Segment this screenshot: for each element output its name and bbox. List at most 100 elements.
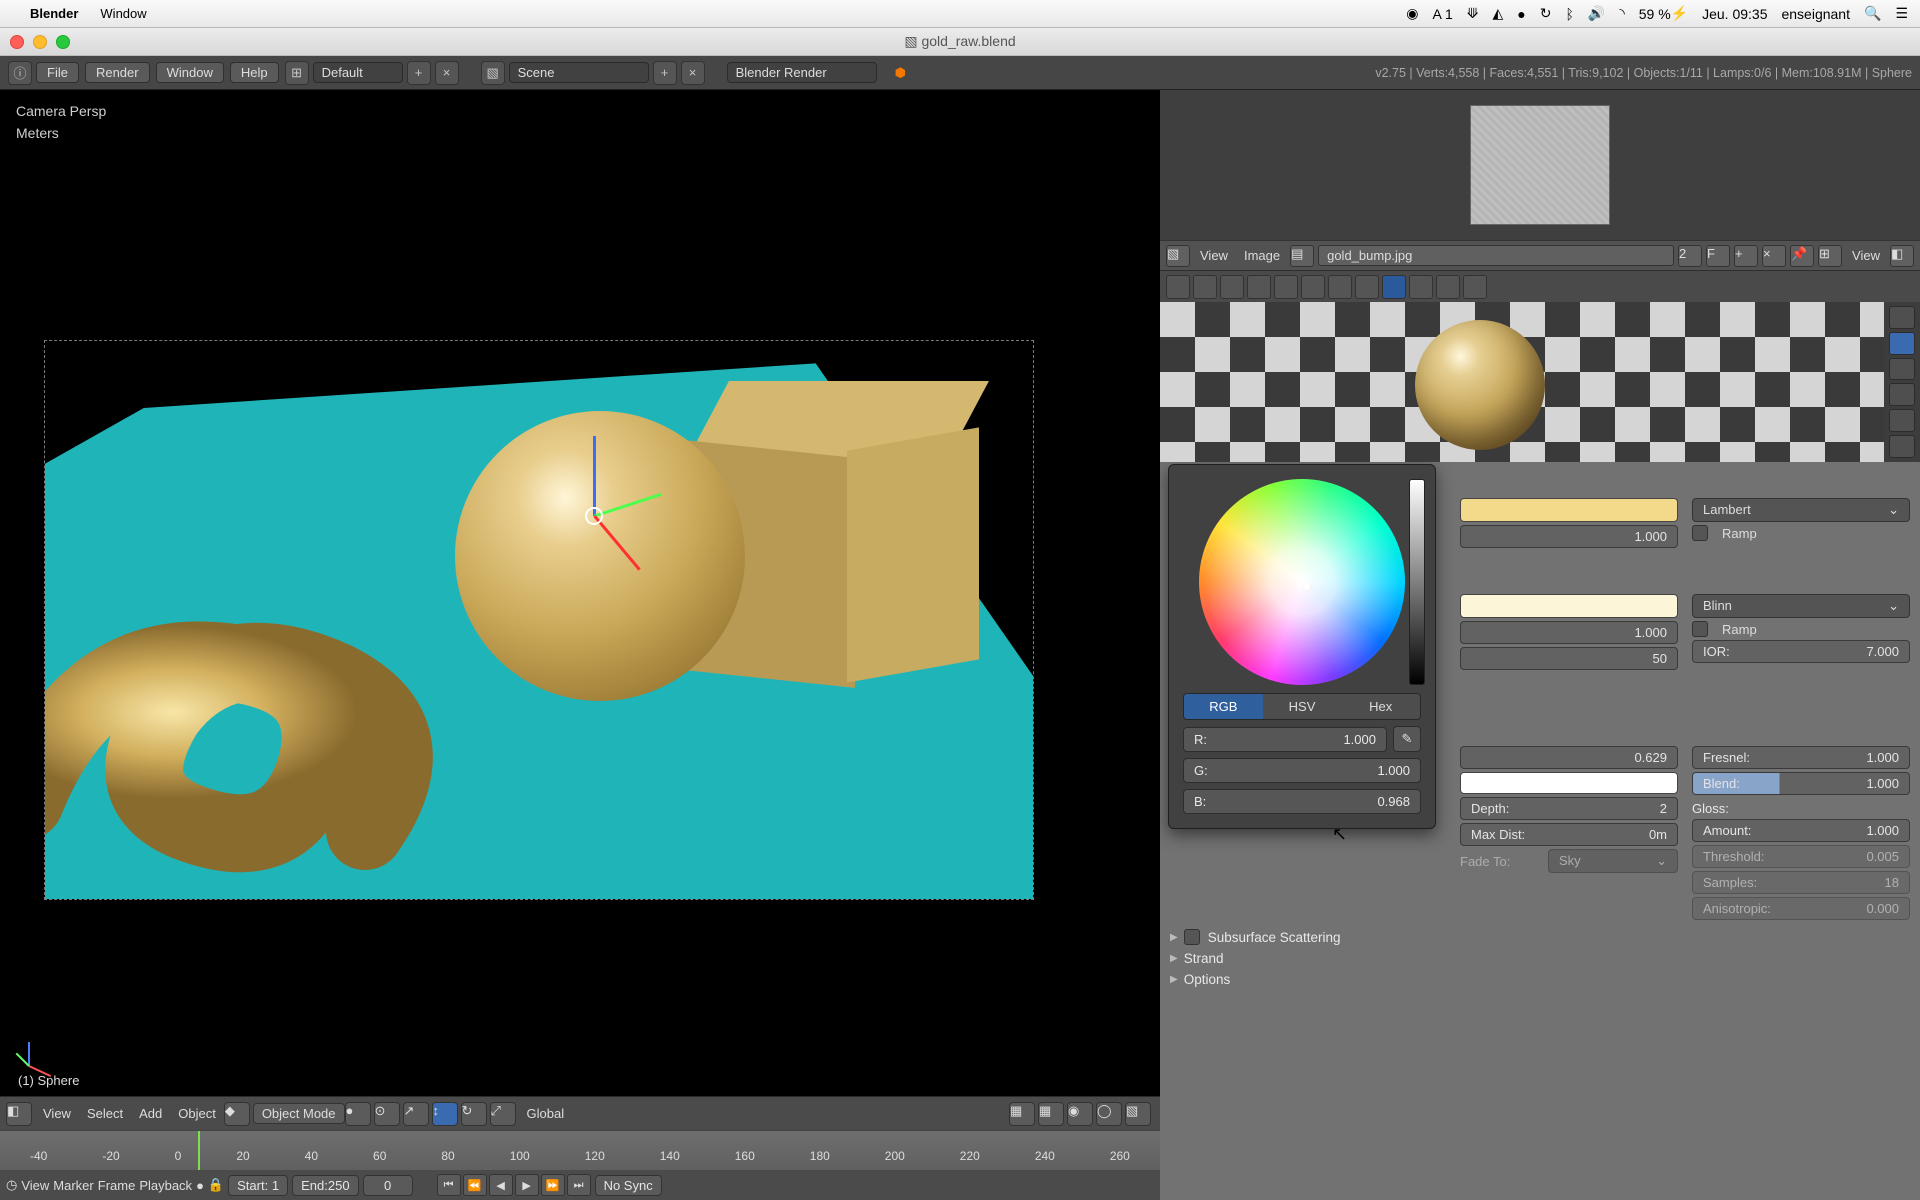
file-menu[interactable]: File [36, 62, 79, 83]
specular-color-swatch[interactable] [1460, 594, 1678, 618]
fresnel-field[interactable]: Fresnel:1.000 [1692, 746, 1910, 769]
image-name-field[interactable]: gold_bump.jpg [1318, 245, 1674, 266]
add-menu[interactable]: Add [131, 1106, 170, 1121]
gloss-samples-field[interactable]: Samples:18 [1692, 871, 1910, 894]
spotlight-icon[interactable]: 🔍 [1864, 5, 1881, 22]
gloss-threshold-field[interactable]: Threshold:0.005 [1692, 845, 1910, 868]
strand-section-header[interactable]: Strand [1170, 951, 1910, 966]
tl-frame-menu[interactable]: Frame [98, 1178, 136, 1193]
img-image-menu[interactable]: Image [1238, 248, 1286, 263]
adobe-cc-icon[interactable]: A 1 [1433, 6, 1453, 22]
notification-center-icon[interactable]: ☰ [1895, 5, 1908, 22]
sss-section-header[interactable]: Subsurface Scattering [1170, 929, 1910, 945]
color-wheel[interactable] [1199, 479, 1405, 685]
snap-icon[interactable]: ◉ [1067, 1102, 1093, 1126]
z-axis-handle[interactable] [593, 436, 596, 516]
uv-display-icon[interactable]: ⊞ [1818, 245, 1842, 267]
timemachine-icon[interactable]: ↻ [1540, 5, 1552, 22]
lock-icon[interactable]: 🔒 [208, 1177, 224, 1193]
scene-select[interactable]: Scene [509, 62, 649, 83]
specular-intensity-field[interactable]: 1.000 [1460, 621, 1678, 644]
view-menu[interactable]: View [35, 1106, 79, 1121]
image-unlink-icon[interactable]: × [1762, 245, 1786, 267]
mirror-reflect-field[interactable]: 0.629 [1460, 746, 1678, 769]
prop-object-icon[interactable] [1274, 275, 1298, 299]
window-menu-bl[interactable]: Window [156, 62, 224, 83]
shading-icon[interactable]: ● [345, 1102, 371, 1126]
b-field[interactable]: B:0.968 [1183, 789, 1421, 814]
layout-delete-icon[interactable]: × [435, 61, 459, 85]
prop-physics-icon[interactable] [1463, 275, 1487, 299]
hsv-tab[interactable]: HSV [1263, 694, 1342, 719]
jump-start-icon[interactable]: ⏮ [437, 1174, 461, 1196]
options-section-header[interactable]: Options [1170, 972, 1910, 987]
app-menu[interactable]: Blender [30, 6, 78, 21]
g-field[interactable]: G:1.000 [1183, 758, 1421, 783]
autokey-icon[interactable]: ● [196, 1178, 204, 1193]
screencast-icon[interactable]: ◉ [1406, 5, 1418, 22]
eyedropper-icon[interactable]: ✎ [1393, 726, 1421, 752]
zoom-window-button[interactable] [56, 35, 70, 49]
image-browse-icon[interactable]: ▤ [1290, 245, 1314, 267]
preview-monkey-icon[interactable] [1889, 383, 1915, 406]
img-channels-icon[interactable]: ◧ [1890, 245, 1914, 267]
proportional-edit-icon[interactable]: ◯ [1096, 1102, 1122, 1126]
prop-material-icon[interactable] [1382, 275, 1406, 299]
wifi-icon[interactable]: ◝ [1619, 5, 1624, 22]
gizmo-center[interactable] [585, 507, 603, 525]
layers-grid2-icon[interactable]: ▦ [1038, 1102, 1064, 1126]
specular-shader-select[interactable]: Blinn⌄ [1692, 594, 1910, 618]
volume-icon[interactable]: 🔊 [1588, 5, 1605, 22]
bluetooth-icon[interactable]: ᛒ [1565, 6, 1573, 22]
gloss-amount-field[interactable]: Amount:1.000 [1692, 819, 1910, 842]
battery-percent[interactable]: 59 % ⚡ [1639, 5, 1688, 22]
mode-select[interactable]: Object Mode [253, 1103, 345, 1124]
pivot-icon[interactable]: ⊙ [374, 1102, 400, 1126]
clock[interactable]: Jeu. 09:35 [1702, 6, 1767, 22]
scene-browse-icon[interactable]: ▧ [481, 61, 505, 85]
img-view-menu[interactable]: View [1194, 248, 1234, 263]
r-field[interactable]: R:1.000 [1183, 727, 1387, 752]
status-dot-icon[interactable]: ● [1517, 6, 1525, 22]
user-name[interactable]: enseignant [1781, 6, 1850, 22]
editor-type-icon[interactable]: ⓘ [8, 61, 32, 85]
prop-texture-icon[interactable] [1409, 275, 1433, 299]
play-reverse-icon[interactable]: ◀ [489, 1174, 513, 1196]
fade-to-select[interactable]: Sky⌄ [1548, 849, 1678, 873]
editor-type-image-icon[interactable]: ▧ [1166, 245, 1190, 267]
specular-ior-field[interactable]: IOR:7.000 [1692, 640, 1910, 663]
window-menu[interactable]: Window [100, 6, 146, 21]
minimize-window-button[interactable] [33, 35, 47, 49]
fresnel-blend-field[interactable]: Blend:1.000 [1692, 772, 1910, 795]
diffuse-ramp-checkbox[interactable] [1692, 525, 1708, 541]
depth-field[interactable]: Depth:2 [1460, 797, 1678, 820]
start-frame-field[interactable]: Start:1 [228, 1175, 288, 1196]
gloss-aniso-field[interactable]: Anisotropic:0.000 [1692, 897, 1910, 920]
render-engine-select[interactable]: Blender Render [727, 62, 877, 83]
prop-scene-icon[interactable] [1220, 275, 1244, 299]
image-users[interactable]: 2 [1678, 245, 1702, 267]
jump-end-icon[interactable]: ⏭ [567, 1174, 591, 1196]
scene-add-icon[interactable]: + [653, 61, 677, 85]
help-menu[interactable]: Help [230, 62, 279, 83]
rotate-manipulator-icon[interactable]: ↻ [461, 1102, 487, 1126]
layout-browse-icon[interactable]: ⊞ [285, 61, 309, 85]
image-new-icon[interactable]: + [1734, 245, 1758, 267]
preview-flat-icon[interactable] [1889, 306, 1915, 329]
diffuse-color-swatch[interactable] [1460, 498, 1678, 522]
tl-view-menu[interactable]: View [21, 1178, 49, 1193]
editor-type-3dview-icon[interactable]: ◧ [6, 1102, 32, 1126]
tl-marker-menu[interactable]: Marker [53, 1178, 93, 1193]
play-icon[interactable]: ▶ [515, 1174, 539, 1196]
scene-delete-icon[interactable]: × [681, 61, 705, 85]
editor-type-timeline-icon[interactable]: ◷ [6, 1177, 17, 1193]
value-slider[interactable] [1409, 479, 1425, 685]
diffuse-intensity-field[interactable]: 1.000 [1460, 525, 1678, 548]
fake-user-icon[interactable]: F [1706, 245, 1730, 267]
render-preview-icon[interactable]: ▧ [1125, 1102, 1151, 1126]
hex-tab[interactable]: Hex [1341, 694, 1420, 719]
end-frame-field[interactable]: End:250 [292, 1175, 358, 1196]
dropbox-icon[interactable]: ⟱ [1467, 5, 1479, 22]
preview-hair-icon[interactable] [1889, 409, 1915, 432]
prop-world-icon[interactable] [1247, 275, 1271, 299]
